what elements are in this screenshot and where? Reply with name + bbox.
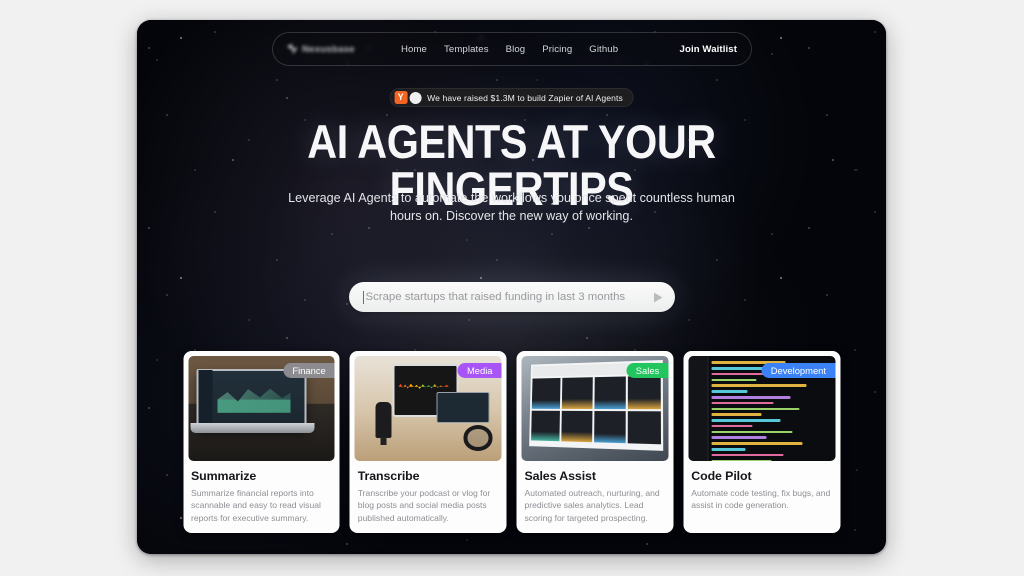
card-badge: Media [457,363,502,378]
template-card[interactable]: Sales Sales Assist Automated outreach, n… [516,351,674,534]
text-caret [362,290,364,304]
template-card-grid: Finance Summarize Summarize financial re… [183,351,840,534]
ycombinator-icon: Y [394,91,408,104]
card-description: Transcribe your podcast or vlog for blog… [357,488,491,523]
nav-item-templates[interactable]: Templates [444,44,489,55]
nav-links: Home Templates Blog Pricing Github [401,44,618,55]
template-card[interactable]: Development Code Pilot Automate code tes… [683,351,840,534]
card-badge: Finance [283,363,335,378]
nav-item-pricing[interactable]: Pricing [542,44,572,55]
template-card[interactable]: Media Transcribe Transcribe your podcast… [349,351,507,534]
card-image: Finance [188,356,335,461]
template-card[interactable]: Finance Summarize Summarize financial re… [183,351,340,534]
dashboard-sidebar-shape [198,369,213,425]
laptop-shape [436,391,490,424]
card-title: Summarize [191,469,257,483]
card-title: Sales Assist [524,469,596,483]
website-frame: Nexusbase Home Templates Blog Pricing Gi… [137,20,886,554]
logo-mark-icon [287,43,298,55]
card-description: Automated outreach, nurturing, and predi… [524,488,660,523]
join-waitlist-button[interactable]: Join Waitlist [680,44,737,55]
card-image: Media [354,356,502,461]
avatar-circle-icon [409,91,422,104]
logo-text: Nexusbase [302,43,355,55]
card-badge: Sales [626,363,669,378]
play-triangle-icon [654,292,663,302]
announcement-text: We have raised $1.3M to build Zapier of … [427,92,623,103]
card-title: Code Pilot [691,469,752,483]
announcement-banner[interactable]: Y We have raised $1.3M to build Zapier o… [389,88,634,107]
card-image: Sales [521,356,669,461]
nav-item-github[interactable]: Github [589,44,618,55]
submit-button[interactable] [647,286,669,308]
nav-item-home[interactable]: Home [401,44,427,55]
card-description: Summarize financial reports into scannab… [191,488,321,523]
nav-item-blog[interactable]: Blog [506,44,526,55]
card-title: Transcribe [357,469,420,483]
microphone-shape [375,402,392,445]
headphones-shape [463,425,493,451]
search-bar[interactable]: Scrape startups that raised funding in l… [348,282,675,312]
hero-subtitle: Leverage AI Agents to automate the workf… [288,191,735,223]
card-badge: Development [761,363,835,378]
card-description: Automate code testing, fix bugs, and ass… [691,488,831,511]
screenshot-stage: Nexusbase Home Templates Blog Pricing Gi… [0,0,1024,576]
logo[interactable]: Nexusbase [287,43,379,55]
search-input[interactable]: Scrape startups that raised funding in l… [366,291,647,303]
dashboard-chart-shape [217,388,291,413]
card-image: Development [688,356,835,461]
navbar: Nexusbase Home Templates Blog Pricing Gi… [272,32,752,66]
